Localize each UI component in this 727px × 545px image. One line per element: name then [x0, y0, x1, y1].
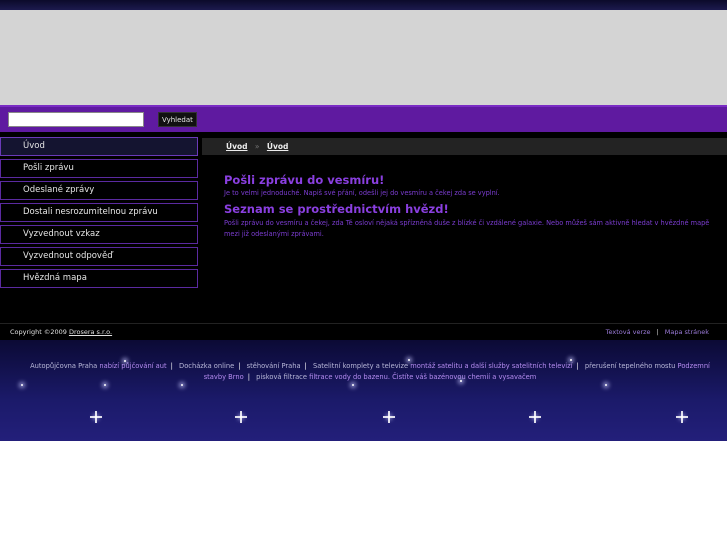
star-decoration [676, 411, 688, 423]
page-content: Pošli zprávu do vesmíru! Je to velmi jed… [224, 172, 719, 240]
star-decoration [90, 411, 102, 423]
breadcrumb-link-home[interactable]: Úvod [226, 142, 248, 151]
breadcrumb: Úvod » Úvod [202, 138, 727, 155]
menu-item-vyzvednout-odpoved[interactable]: Vyzvednout odpověď [0, 247, 198, 266]
star-decoration [408, 359, 410, 361]
ad-divider: | [238, 362, 241, 370]
search-bar: Vyhledat [0, 105, 727, 132]
copyright: Copyright ©2009 Drosera s.r.o. [10, 324, 112, 341]
ad-link[interactable]: montáž satelitu a další služby satelitní… [410, 362, 572, 370]
ad-link[interactable]: Autopůjčovna Praha [30, 362, 97, 370]
search-input[interactable] [8, 112, 144, 127]
star-decoration [570, 359, 572, 361]
main-area: Úvod Pošli zprávu Odeslané zprávy Dostal… [0, 132, 727, 323]
ad-divider: | [170, 362, 173, 370]
content-heading-send: Pošli zprávu do vesmíru! [224, 173, 385, 187]
ad-link[interactable]: Satelitní komplety a televize [313, 362, 408, 370]
menu-item-uvod[interactable]: Úvod [0, 137, 198, 156]
ad-link[interactable]: pisková filtrace [256, 373, 307, 381]
text-version-link[interactable]: Textová verze [606, 328, 651, 336]
star-decoration [235, 411, 247, 423]
content-paragraph-send: Je to velmi jednoduché. Napiš své přání,… [224, 189, 500, 197]
content-heading-stars: Seznam se prostřednictvím hvězd! [224, 202, 449, 216]
ad-links: Autopůjčovna Praha nabízí půjčování aut |… [20, 361, 720, 383]
sidebar-menu: Úvod Pošli zprávu Odeslané zprávy Dostal… [0, 137, 198, 291]
ad-divider: | [304, 362, 307, 370]
ad-divider: | [247, 373, 250, 381]
star-decoration [352, 384, 354, 386]
star-decoration [460, 380, 462, 382]
ad-link[interactable]: filtrace vody do bazenu. Čistíte váš baz… [309, 373, 536, 381]
footer-links: Textová verze | Mapa stránek [606, 324, 709, 341]
ad-divider: | [576, 362, 579, 370]
menu-item-posli-zpravu[interactable]: Pošli zprávu [0, 159, 198, 178]
sitemap-link[interactable]: Mapa stránek [665, 328, 709, 336]
star-decoration [124, 360, 126, 362]
star-decoration [605, 384, 607, 386]
breadcrumb-link-current[interactable]: Úvod [267, 142, 289, 151]
ad-link[interactable]: nabízí půjčování aut [99, 362, 166, 370]
star-decoration [21, 384, 23, 386]
top-strip [0, 0, 727, 10]
footer-divider: | [656, 328, 659, 336]
menu-item-hvezdna-mapa[interactable]: Hvězdná mapa [0, 269, 198, 288]
star-decoration [529, 411, 541, 423]
header-banner [0, 10, 727, 105]
starfield-footer: Autopůjčovna Praha nabízí půjčování aut |… [0, 340, 727, 441]
content-paragraph-stars: Pošli zprávu do vesmíru a čekej, zda Tě … [224, 219, 710, 238]
star-decoration [181, 384, 183, 386]
copyright-link[interactable]: Drosera s.r.o. [69, 328, 112, 336]
menu-item-odeslane-zpravy[interactable]: Odeslané zprávy [0, 181, 198, 200]
copyright-text: Copyright ©2009 [10, 328, 69, 336]
star-decoration [104, 384, 106, 386]
search-button[interactable]: Vyhledat [158, 112, 197, 127]
menu-item-nesrozumitelna-zprava[interactable]: Dostali nesrozumitelnou zprávu [0, 203, 198, 222]
footer-bar: Copyright ©2009 Drosera s.r.o. Textová v… [0, 323, 727, 340]
ad-link[interactable]: přerušení tepelného mostu [585, 362, 675, 370]
breadcrumb-separator: » [254, 142, 260, 151]
ad-link[interactable]: stěhování Praha [247, 362, 301, 370]
menu-item-vyzvednout-vzkaz[interactable]: Vyzvednout vzkaz [0, 225, 198, 244]
ad-link[interactable]: Docházka online [179, 362, 234, 370]
star-decoration [383, 411, 395, 423]
